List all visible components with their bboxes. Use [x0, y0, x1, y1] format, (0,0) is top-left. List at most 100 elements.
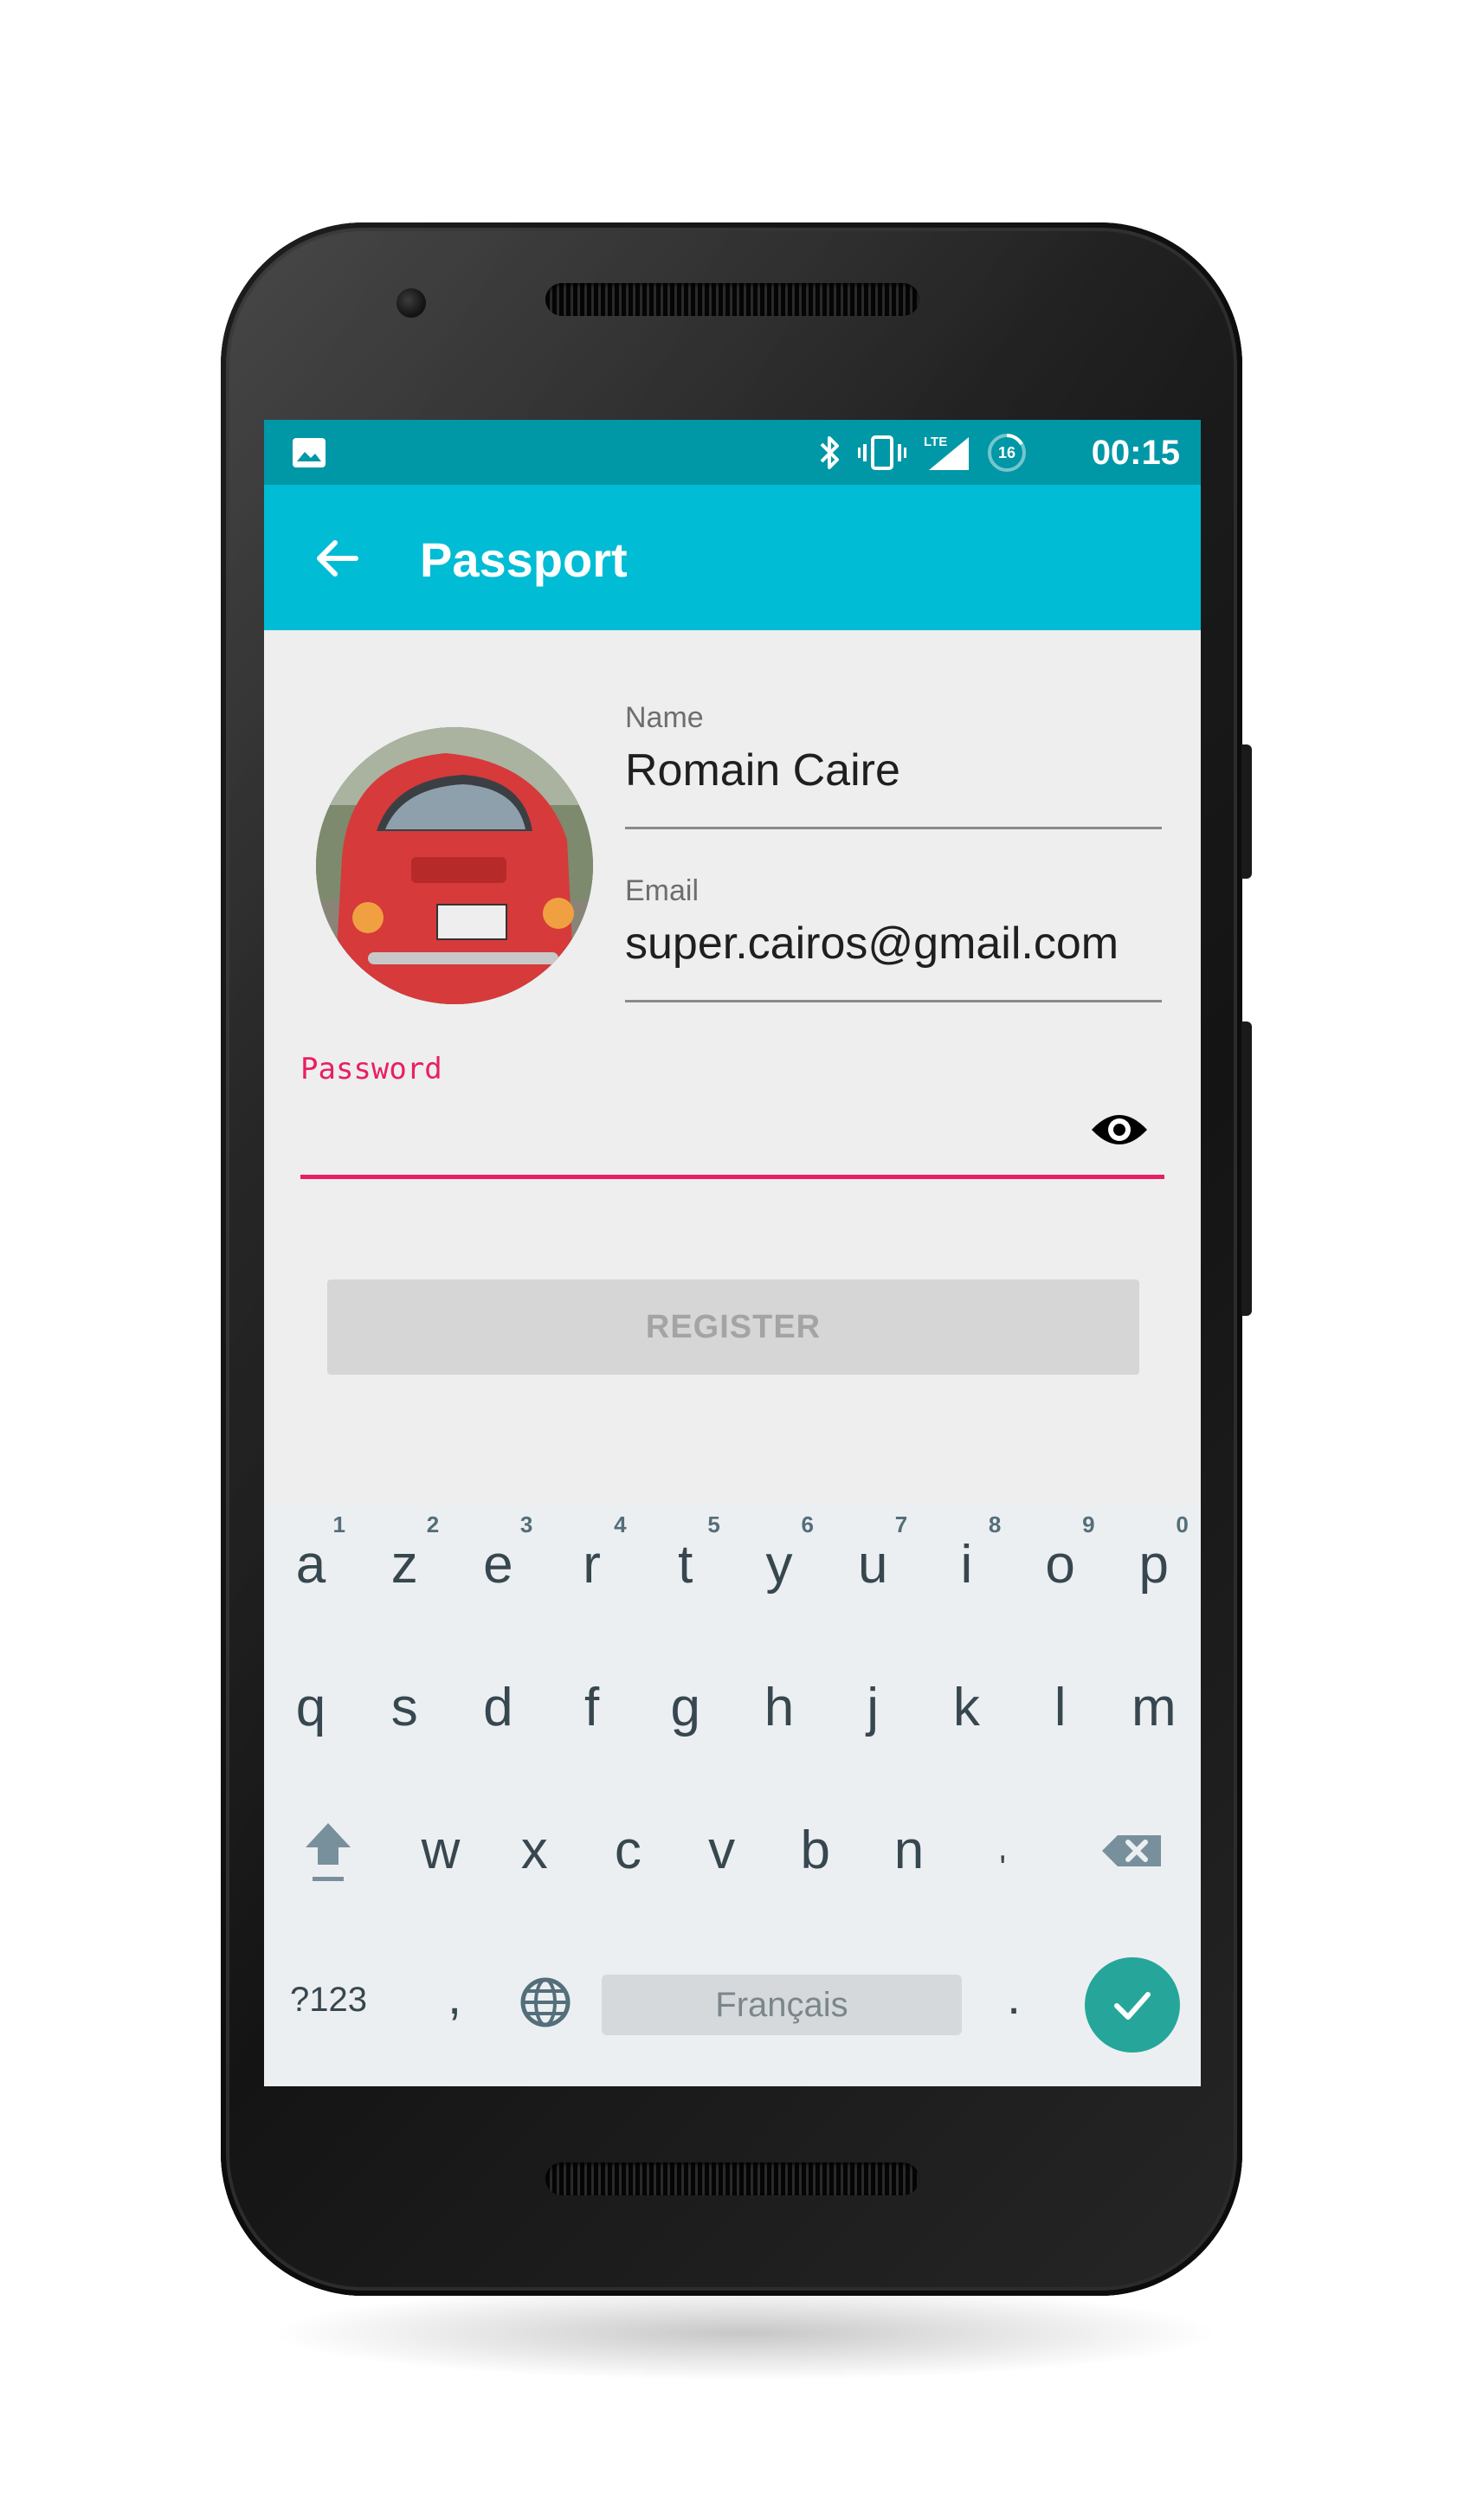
email-label: Email — [625, 874, 700, 907]
key-s[interactable]: s — [358, 1647, 451, 1777]
key-f[interactable]: f — [545, 1647, 639, 1777]
key-label: o — [1045, 1535, 1075, 1595]
password-label: Password — [300, 1052, 442, 1086]
status-bar: LTE 16 00:15 — [264, 420, 1201, 485]
phone-shadow — [268, 2285, 1221, 2381]
check-icon — [1114, 1992, 1151, 2020]
key-label: z — [390, 1535, 418, 1595]
key-g[interactable]: g — [639, 1647, 732, 1777]
lte-signal-icon: LTE — [924, 435, 969, 470]
key-label: r — [583, 1535, 601, 1595]
key-q[interactable]: q — [264, 1647, 358, 1777]
key-e[interactable]: 3e — [451, 1505, 545, 1634]
key-a[interactable]: 1a — [264, 1505, 358, 1634]
key-label: n — [893, 1821, 925, 1880]
key-label: k — [952, 1678, 980, 1737]
page-title: Passport — [420, 532, 628, 587]
volume-button — [1241, 1022, 1252, 1316]
vibrate-icon — [858, 435, 906, 470]
front-camera — [397, 288, 426, 318]
key-t[interactable]: 5t — [639, 1505, 732, 1634]
register-button[interactable]: REGISTER — [327, 1279, 1139, 1375]
svg-text:LTE: LTE — [924, 435, 947, 449]
name-field[interactable]: Romain Caire — [625, 744, 900, 796]
backspace-icon — [1102, 1835, 1161, 1866]
email-underline — [625, 1000, 1162, 1002]
arrow-left-icon[interactable] — [307, 528, 368, 589]
key-label: g — [670, 1678, 701, 1737]
key-h[interactable]: h — [732, 1647, 826, 1777]
bluetooth-icon — [820, 436, 839, 469]
top-speaker — [545, 283, 919, 316]
period-key[interactable]: . — [996, 1968, 1031, 2026]
key-label: h — [764, 1678, 795, 1737]
key-label: l — [1054, 1678, 1067, 1737]
key-apostrophe[interactable]: ' — [956, 1790, 1049, 1920]
language-key[interactable] — [515, 1972, 576, 2033]
key-label: j — [867, 1678, 880, 1737]
keyboard-row-3: w x c v b n ' — [264, 1790, 1201, 1920]
key-y[interactable]: 6y — [732, 1505, 826, 1634]
key-label: b — [800, 1821, 831, 1880]
app-bar: Passport — [264, 485, 1201, 630]
key-v[interactable]: v — [675, 1790, 769, 1920]
screen: LTE 16 00:15 Passport Name Romain Caire … — [264, 420, 1201, 2086]
key-label: t — [678, 1535, 693, 1595]
key-i[interactable]: 8i — [919, 1505, 1013, 1634]
power-button — [1241, 744, 1252, 879]
key-c[interactable]: c — [581, 1790, 674, 1920]
symbols-key[interactable]: ?123 — [290, 1981, 367, 2020]
key-label: y — [765, 1535, 793, 1595]
key-k[interactable]: k — [919, 1647, 1013, 1777]
comma-key[interactable]: , — [437, 1968, 472, 2026]
enter-key[interactable] — [1085, 1957, 1180, 2053]
key-m[interactable]: m — [1107, 1647, 1201, 1777]
backspace-key[interactable] — [1086, 1790, 1180, 1920]
eye-icon[interactable] — [1088, 1105, 1151, 1154]
key-o[interactable]: 9o — [1014, 1505, 1107, 1634]
key-w[interactable]: w — [394, 1790, 487, 1920]
password-field[interactable] — [300, 1091, 1106, 1160]
key-n[interactable]: n — [862, 1790, 956, 1920]
globe-icon — [520, 1977, 571, 2027]
keyboard-row-4: ?123 , Français . — [264, 1933, 1201, 2063]
shift-icon — [306, 1823, 351, 1881]
keyboard-row-2: q s d f g h j k lm — [264, 1647, 1201, 1777]
key-p[interactable]: 0p — [1107, 1505, 1201, 1634]
key-u[interactable]: 7u — [826, 1505, 919, 1634]
key-label: c — [614, 1821, 642, 1880]
avatar[interactable] — [316, 727, 593, 1004]
key-label: p — [1138, 1535, 1170, 1595]
key-j[interactable]: j — [826, 1647, 919, 1777]
key-label: q — [295, 1678, 326, 1737]
battery-icon: 16 — [986, 432, 1028, 474]
key-d[interactable]: d — [451, 1647, 545, 1777]
key-label: d — [483, 1678, 513, 1737]
key-label: a — [295, 1535, 326, 1595]
key-z[interactable]: 2z — [358, 1505, 451, 1634]
status-time: 00:15 — [1091, 434, 1180, 472]
key-label: ' — [999, 1849, 1006, 1887]
password-underline — [300, 1175, 1164, 1179]
keyboard: 1a2z3e4r5t6y7u8i9o0p qsdfghjklm w x c v b n ' … — [264, 1505, 1201, 2086]
key-label: i — [960, 1535, 973, 1595]
key-label: e — [483, 1535, 513, 1595]
key-label: s — [390, 1678, 418, 1737]
key-label: u — [857, 1535, 888, 1595]
name-underline — [625, 827, 1162, 829]
space-key[interactable]: Français — [602, 1975, 962, 2035]
key-label: x — [520, 1821, 548, 1880]
avatar-photo — [316, 727, 593, 1004]
key-label: w — [421, 1821, 461, 1880]
key-label: f — [583, 1678, 600, 1737]
key-r[interactable]: 4r — [545, 1505, 639, 1634]
email-field[interactable]: super.cairos@gmail.com — [625, 918, 1119, 970]
battery-percent: 16 — [997, 444, 1016, 461]
key-x[interactable]: x — [487, 1790, 581, 1920]
key-l[interactable]: l — [1014, 1647, 1107, 1777]
name-label: Name — [625, 701, 704, 734]
image-icon — [293, 438, 326, 467]
key-b[interactable]: b — [769, 1790, 862, 1920]
key-label: v — [708, 1821, 736, 1880]
shift-key[interactable] — [281, 1790, 375, 1920]
